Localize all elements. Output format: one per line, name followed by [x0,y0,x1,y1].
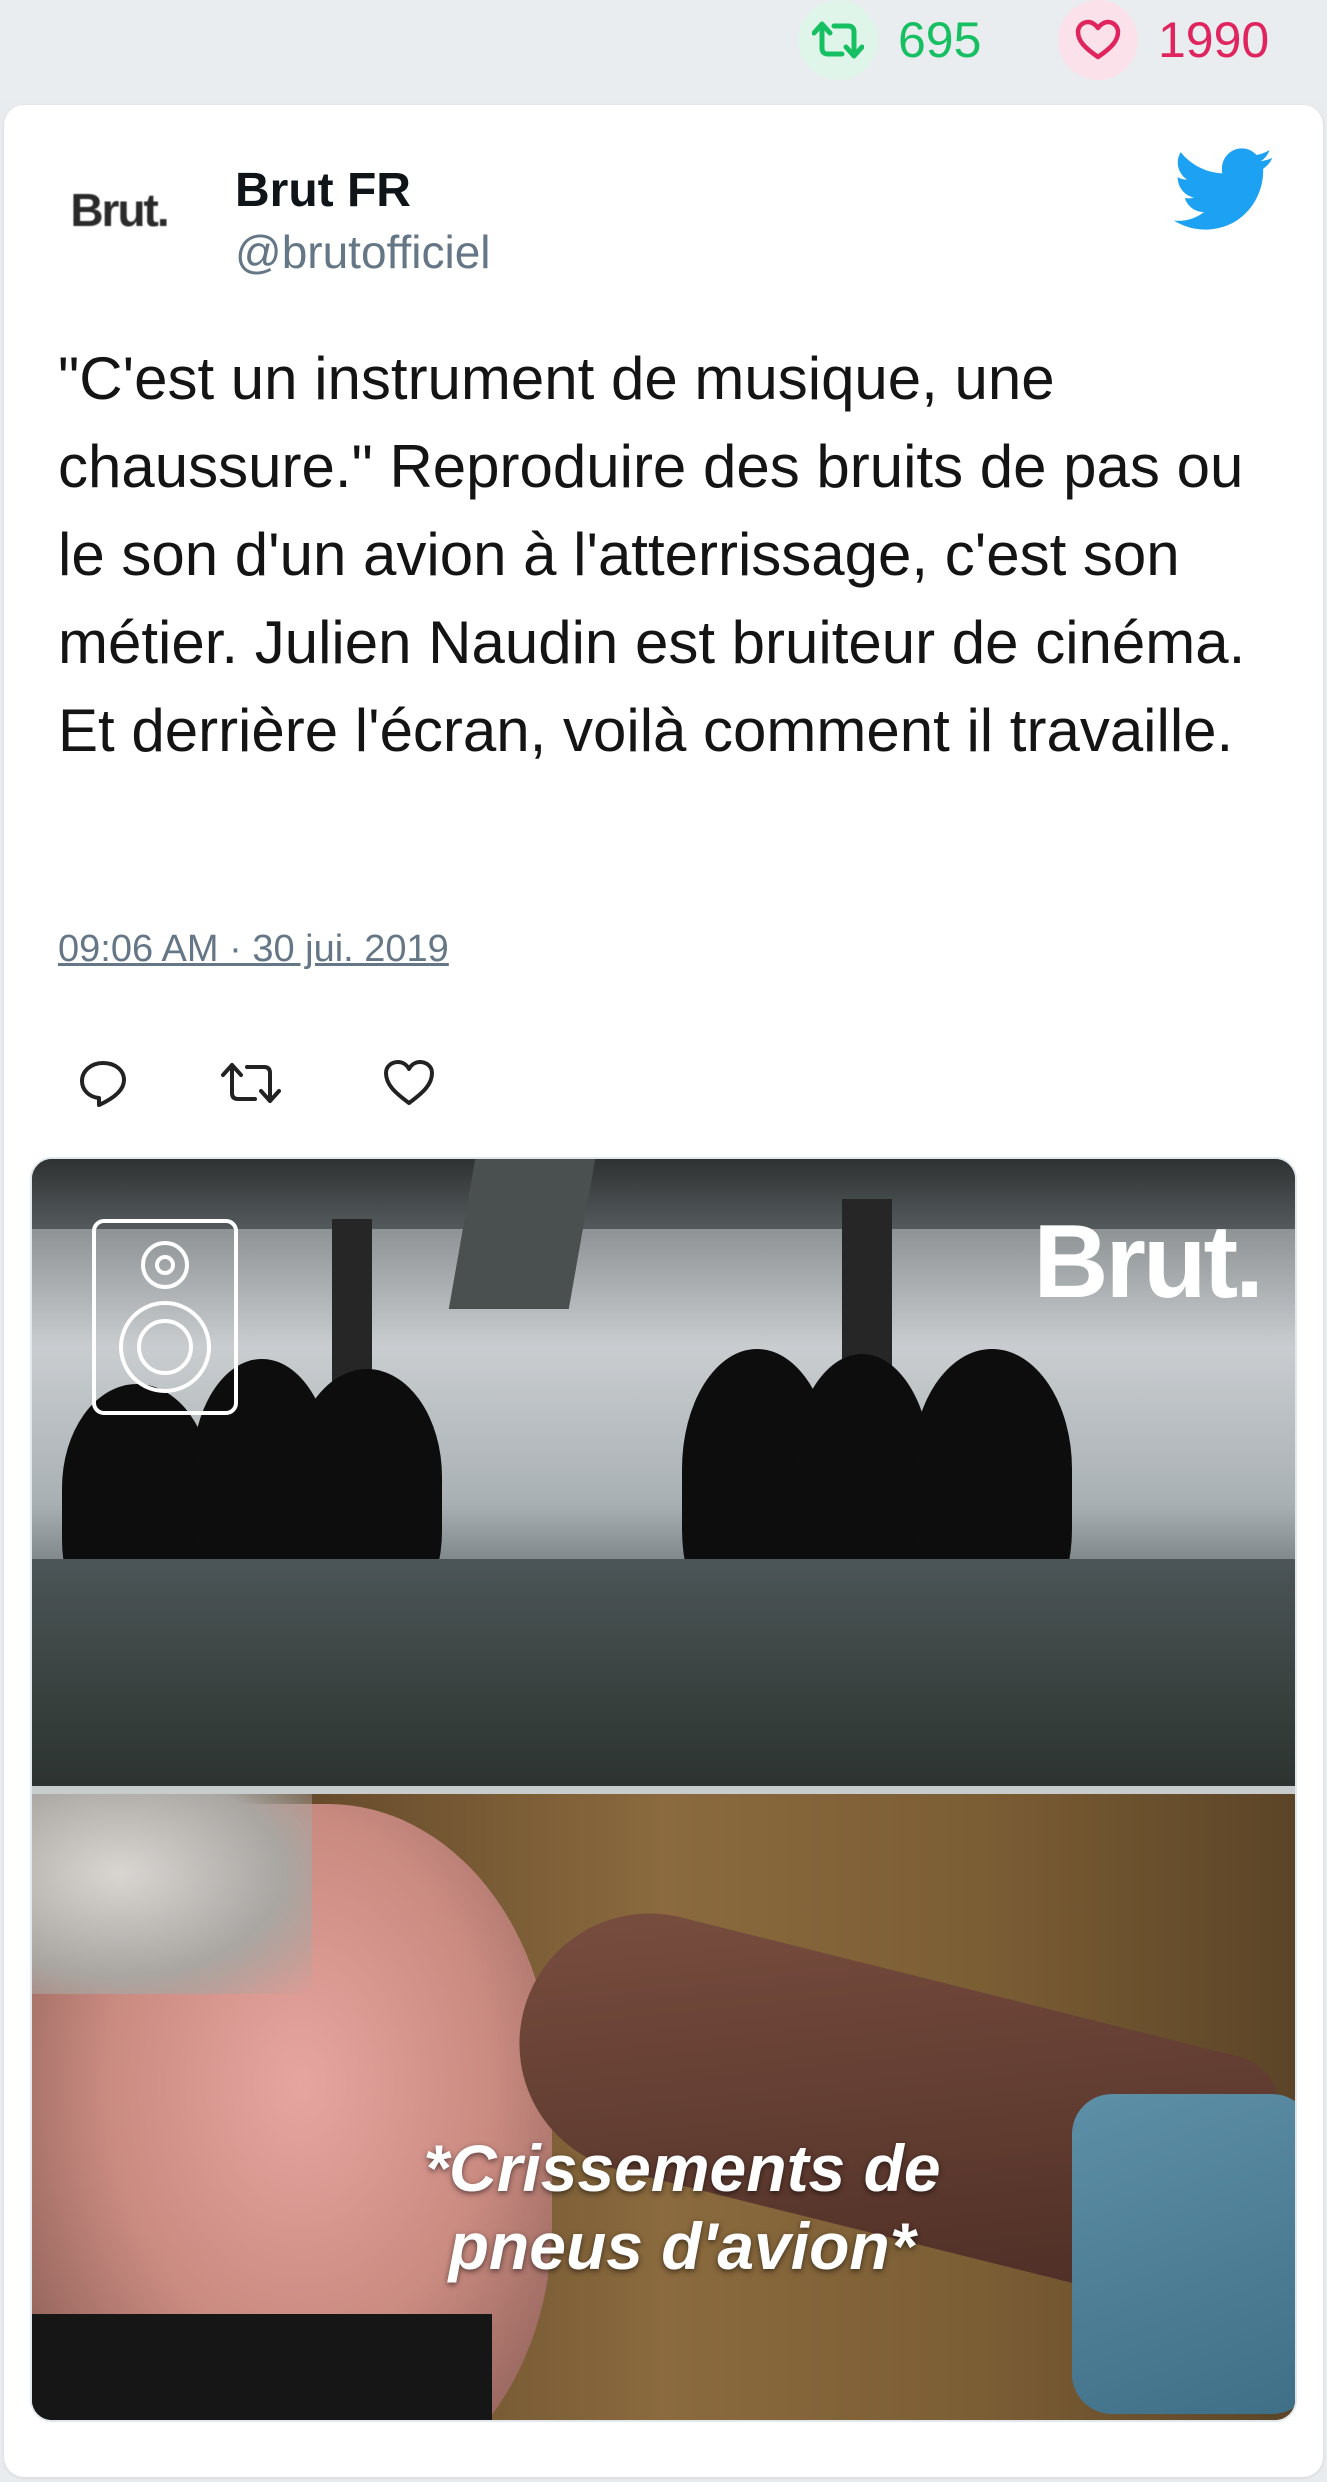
like-stat[interactable]: 1990 [1058,0,1269,80]
retweet-icon [798,0,878,80]
media-caption: *Crissements de pneus d'avion* [423,2131,941,2283]
tweet-text: "C'est un instrument de musique, une cha… [58,345,1246,764]
media-frame-foley-artist: *Crissements de pneus d'avion* [32,1794,1295,2420]
heart-icon [1058,0,1138,80]
like-count: 1990 [1158,12,1270,68]
avatar-logo: Brut. [70,184,169,236]
like-button[interactable] [374,1048,444,1118]
reply-icon [80,1061,126,1107]
retweet-count: 695 [898,12,982,68]
retweet-icon [221,1063,281,1103]
heart-icon [384,1060,434,1105]
retweet-button[interactable] [216,1048,286,1118]
retweet-stat[interactable]: 695 [798,0,981,80]
author-name[interactable]: Brut FR [235,163,411,218]
media-frame-landing-gear: Brut. [32,1159,1295,1786]
author-handle[interactable]: @brutofficiel [235,225,491,279]
engagement-stats-bar: 695 1990 [0,0,1327,100]
tweet-timestamp[interactable]: 09:06 AM · 30 jui. 2019 [58,928,449,971]
avatar[interactable]: Brut. [44,155,194,265]
twitter-bird-icon[interactable] [1173,145,1274,235]
speaker-icon [92,1219,238,1415]
brut-watermark: Brut. [1033,1204,1264,1320]
reply-button[interactable] [68,1048,138,1118]
tweet-media[interactable]: Brut. *Crissements de pneus d'avion* [30,1157,1297,2422]
tweet-card: Brut. Brut FR @brutofficiel "C'est un in… [4,105,1323,2477]
